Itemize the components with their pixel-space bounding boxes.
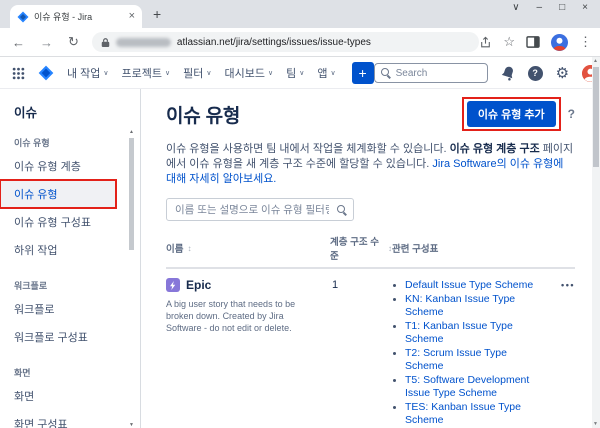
annotation-box: 이슈 유형 추가 [462, 97, 561, 131]
related-schemes-list: Default Issue Type Scheme KN: Kanban Iss… [392, 279, 542, 428]
app-switcher-icon[interactable] [12, 67, 25, 80]
nav-item-filters[interactable]: 필터∨ [183, 65, 211, 81]
scheme-link[interactable]: T2: Scrum Issue Type Scheme [405, 347, 542, 374]
page-scrollbar[interactable]: ▲ ▼ [592, 57, 600, 428]
sidebar-scrollbar[interactable]: ▲ ▼ [128, 129, 135, 428]
table-row-epic: Epic A big user story that needs to be b… [166, 269, 575, 428]
scheme-link[interactable]: T1: Kanban Issue Type Scheme [405, 320, 542, 347]
nav-item-dashboards[interactable]: 대시보드∨ [225, 65, 274, 81]
jira-top-nav: 내 작업∨ 프로젝트∨ 필터∨ 대시보드∨ 팀∨ 앱∨ + [0, 58, 592, 89]
sidebar-item-issue-types[interactable]: 이슈 유형 [0, 180, 116, 208]
column-header-name[interactable]: 이름↕ [166, 234, 330, 262]
bookmark-star-icon[interactable]: ☆ [503, 34, 515, 50]
add-issue-type-button[interactable]: 이슈 유형 추가 [467, 101, 556, 127]
settings-gear-icon[interactable]: ⚙ [556, 66, 569, 81]
window-maximize-icon[interactable]: □ [559, 3, 565, 13]
share-icon[interactable] [479, 36, 492, 49]
epic-lightning-icon [166, 278, 180, 292]
scroll-up-icon[interactable]: ▲ [593, 58, 598, 64]
chevron-down-icon: ∨ [299, 69, 304, 77]
issue-type-name: Epic [186, 278, 211, 292]
scheme-link[interactable]: T5: Software Development Issue Type Sche… [405, 374, 542, 401]
nav-item-apps[interactable]: 앱∨ [317, 65, 335, 81]
reload-icon[interactable]: ↻ [68, 34, 79, 50]
global-search[interactable] [374, 63, 488, 83]
browser-tab[interactable]: 이슈 유형 - Jira × [10, 5, 142, 28]
column-header-hierarchy-level[interactable]: 계층 구조 수준↕ [330, 234, 392, 262]
page-description: 이슈 유형을 사용하면 팀 내에서 작업을 체계화할 수 있습니다. 이슈 유형… [166, 142, 575, 187]
tab-close-icon[interactable]: × [129, 11, 135, 22]
scheme-link[interactable]: Default Issue Type Scheme [405, 279, 542, 293]
nav-item-projects[interactable]: 프로젝트∨ [122, 65, 171, 81]
notifications-bell-icon[interactable] [501, 66, 515, 81]
chevron-down-icon: ∨ [103, 69, 108, 77]
browser-tab-strip: 이슈 유형 - Jira × + ∨ – □ × [0, 0, 600, 28]
hierarchy-level-value: 1 [330, 278, 392, 291]
create-button[interactable]: + [352, 62, 374, 84]
url-text: atlassian.net/jira/settings/issues/issue… [177, 37, 371, 48]
issue-types-table: 이름↕ 계층 구조 수준↕ 관련 구성표 Epic [166, 234, 575, 428]
sidebar-scrollbar-thumb[interactable] [129, 138, 134, 250]
scheme-link[interactable]: KN: Kanban Issue Type Scheme [405, 293, 542, 320]
description-text: 이슈 유형을 사용하면 팀 내에서 작업을 체계화할 수 있습니다. [166, 143, 450, 155]
lock-icon [101, 37, 110, 48]
new-tab-button[interactable]: + [153, 6, 161, 22]
sidebar-section-screens: 화면 [14, 366, 140, 379]
scroll-down-icon[interactable]: ▼ [593, 421, 598, 427]
forward-icon[interactable]: → [40, 35, 53, 50]
search-input[interactable] [396, 68, 468, 79]
sidebar-title: 이슈 [14, 102, 140, 121]
window-close-icon[interactable]: × [582, 3, 588, 13]
sidebar-section-issue-types: 이슈 유형 [14, 136, 140, 149]
chevron-down-icon: ∨ [165, 69, 170, 77]
chevron-down-icon: ∨ [268, 69, 273, 77]
scheme-link[interactable]: TES: Kanban Issue Type Scheme [405, 401, 542, 428]
sidebar-item-issue-type-hierarchy[interactable]: 이슈 유형 계층 [0, 152, 140, 180]
back-icon[interactable]: ← [12, 35, 25, 50]
browser-menu-icon[interactable]: ⋮ [579, 34, 592, 50]
jira-logo-icon[interactable] [38, 65, 54, 81]
issue-type-filter-input[interactable] [166, 198, 354, 221]
sidebar-item-workflow-schemes[interactable]: 워크플로 구성표 [0, 323, 140, 351]
chevron-down-icon: ∨ [206, 69, 211, 77]
address-bar[interactable]: atlassian.net/jira/settings/issues/issue… [92, 32, 479, 52]
sidebar-section-workflows: 워크플로 [14, 279, 140, 292]
window-minimize-icon[interactable]: – [537, 3, 543, 13]
sidebar-item-screens[interactable]: 화면 [0, 382, 140, 410]
issue-type-description: A big user story that needs to be broken… [166, 298, 330, 334]
browser-profile-avatar[interactable] [551, 34, 568, 51]
side-panel-icon[interactable] [526, 36, 540, 48]
page-scrollbar-thumb[interactable] [593, 67, 599, 167]
jira-favicon-icon [17, 11, 29, 23]
column-header-related-schemes: 관련 구성표 [392, 234, 542, 262]
row-more-actions-icon[interactable]: ••• [542, 278, 575, 290]
tab-title: 이슈 유형 - Jira [34, 10, 124, 23]
sort-icon: ↕ [187, 244, 191, 253]
sidebar-item-screen-schemes[interactable]: 화면 구성표 [0, 410, 140, 428]
filter-search-icon [337, 205, 347, 215]
sidebar-item-sub-tasks[interactable]: 하위 작업 [0, 236, 140, 264]
page-title: 이슈 유형 [166, 101, 240, 128]
search-icon [381, 68, 391, 78]
sidebar-item-workflows[interactable]: 워크플로 [0, 295, 140, 323]
page-help-icon[interactable]: ? [568, 107, 575, 121]
sidebar-item-issue-type-schemes[interactable]: 이슈 유형 구성표 [0, 208, 140, 236]
scroll-down-icon[interactable]: ▼ [129, 422, 134, 428]
issue-types-page: 이슈 유형 이슈 유형 추가 ? 이슈 유형을 사용하면 팀 내에서 작업을 체… [166, 97, 575, 428]
scroll-up-icon[interactable]: ▲ [129, 129, 134, 135]
help-icon[interactable]: ? [528, 66, 543, 81]
settings-sidebar: 이슈 이슈 유형 이슈 유형 계층 이슈 유형 이슈 유형 구성표 하위 작업 … [0, 89, 141, 428]
description-bold-text: 이슈 유형 계층 구조 [450, 143, 540, 155]
nav-item-my-work[interactable]: 내 작업∨ [67, 65, 109, 81]
window-menu-icon[interactable]: ∨ [512, 3, 519, 13]
url-redacted-domain [116, 38, 171, 47]
chevron-down-icon: ∨ [331, 69, 336, 77]
nav-item-teams[interactable]: 팀∨ [286, 65, 304, 81]
browser-window: 이슈 유형 - Jira × + ∨ – □ × ← → ↻ atlassian… [0, 0, 600, 428]
browser-toolbar: ← → ↻ atlassian.net/jira/settings/issues… [0, 28, 600, 57]
